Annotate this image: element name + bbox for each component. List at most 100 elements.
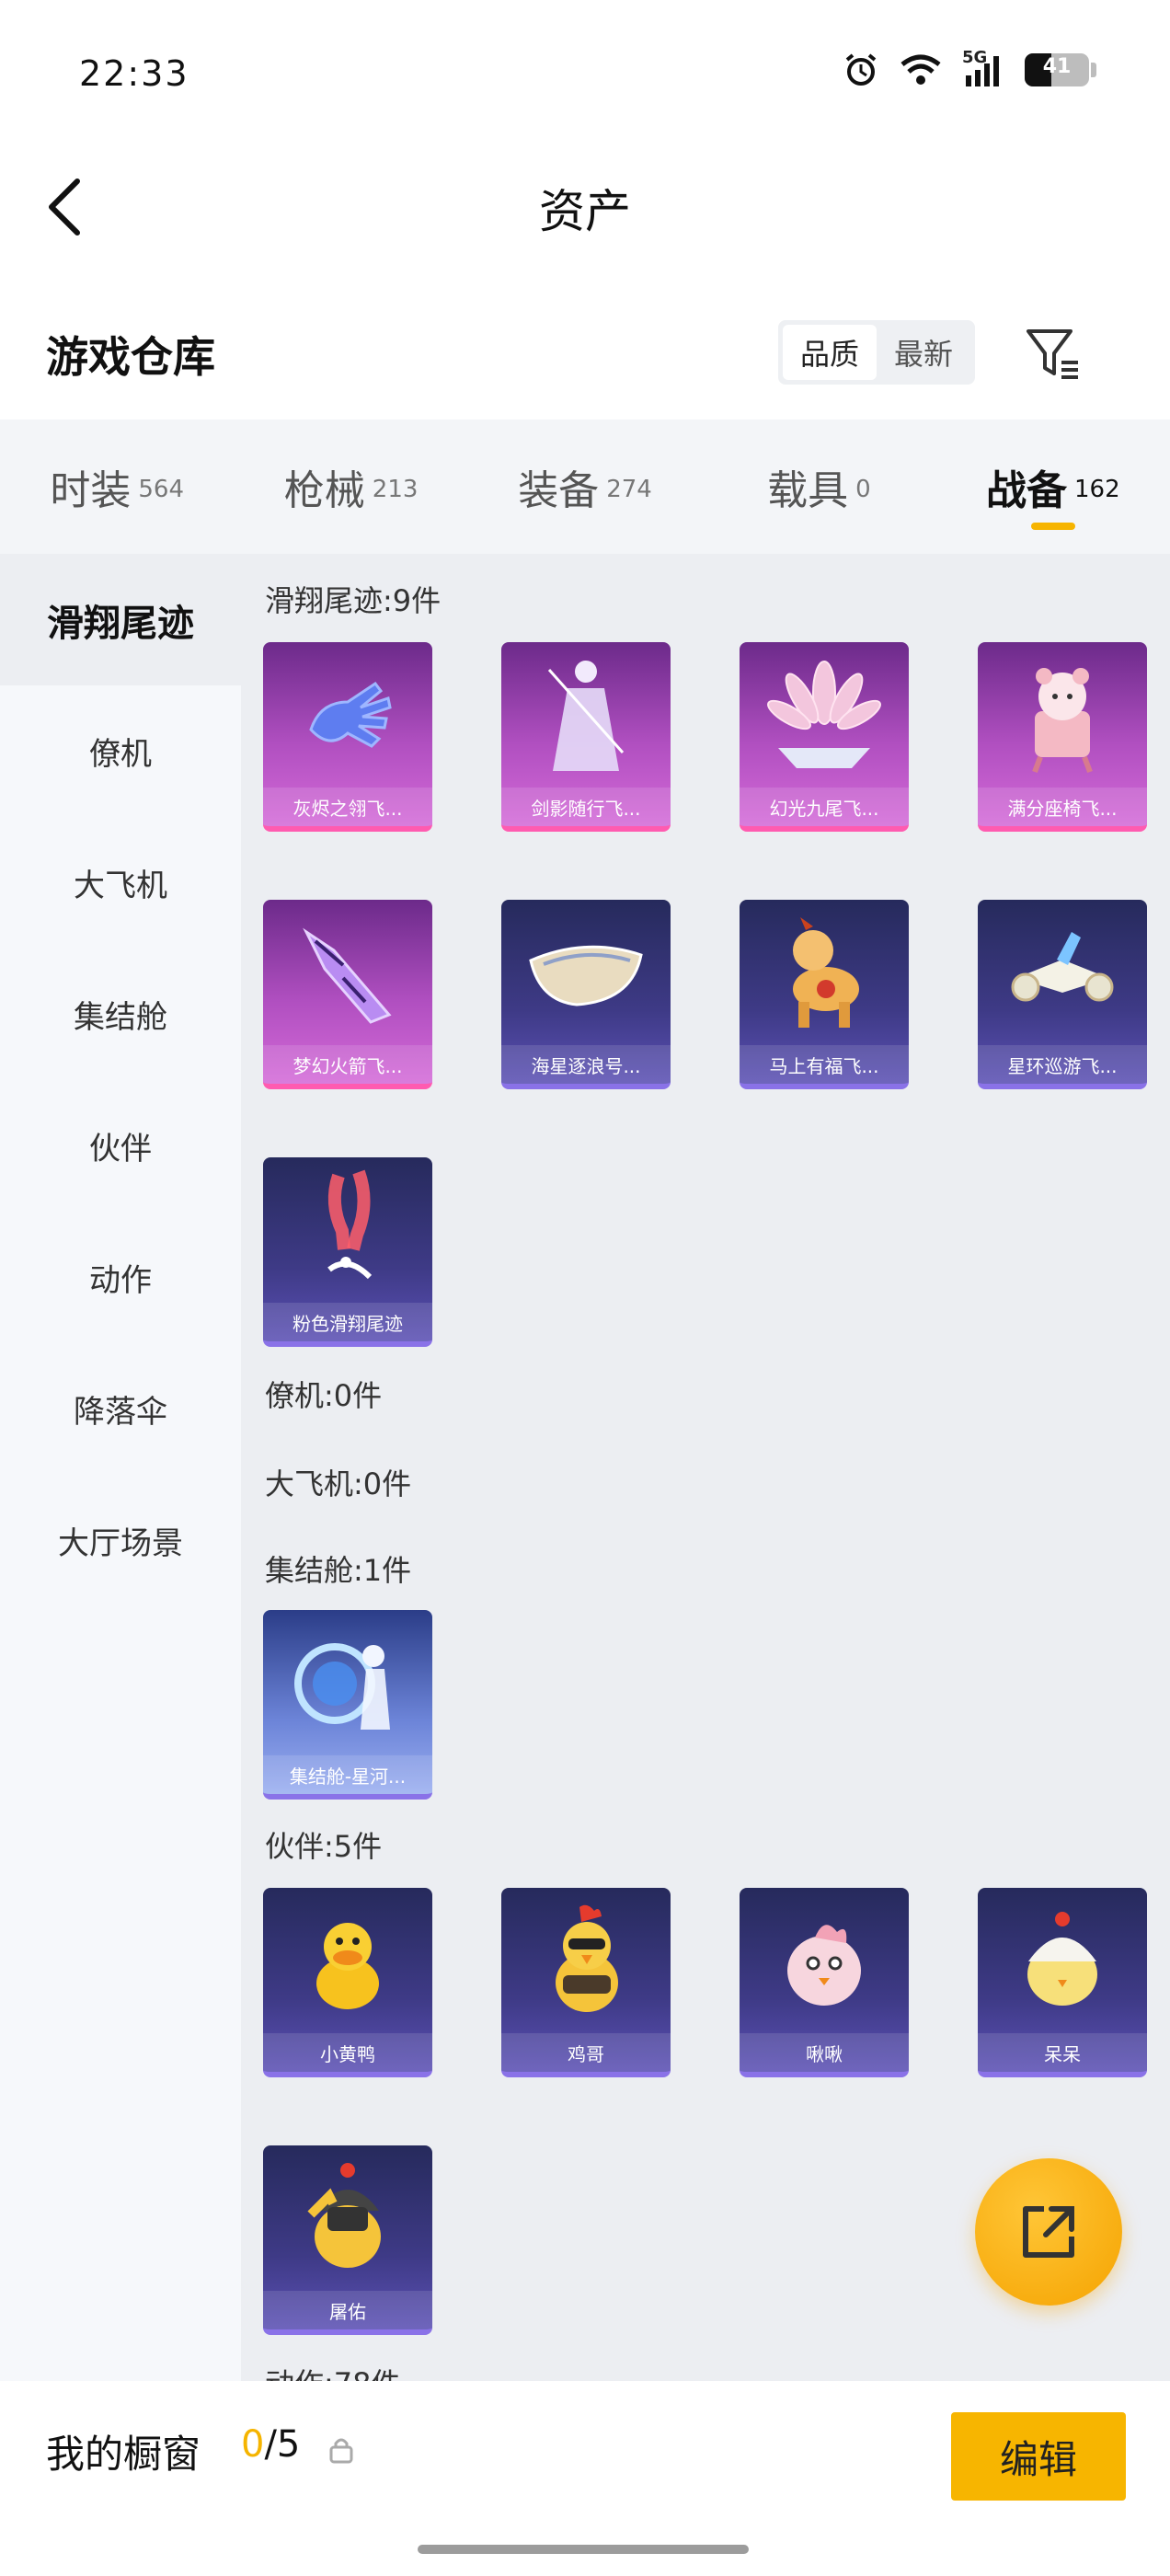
alarm-icon	[843, 52, 879, 88]
item-label: 星环巡游飞...	[978, 1045, 1147, 1084]
spaceship-icon	[978, 900, 1147, 1047]
page-title: 资产	[539, 185, 631, 238]
bird-icon	[740, 1888, 909, 2035]
item-label: 啾啾	[740, 2033, 909, 2072]
sidebar-item-wingman[interactable]: 僚机	[0, 685, 241, 817]
category-tabs: 时装 564 枪械 213 装备 274 载具 0 战备 162	[0, 420, 1170, 554]
item-card[interactable]: 幻光九尾飞...	[740, 642, 909, 832]
tab-fashion[interactable]: 时装 564	[0, 420, 234, 554]
sort-latest-button[interactable]: 最新	[877, 325, 970, 380]
tab-count: 162	[1074, 476, 1120, 503]
horse-icon	[740, 900, 909, 1047]
item-card[interactable]: 梦幻火箭飞...	[263, 900, 432, 1089]
ninetail-icon	[740, 642, 909, 789]
item-card[interactable]: 灰烬之翎飞...	[263, 642, 432, 832]
tab-count: 213	[372, 476, 419, 503]
sidebar-item-emote[interactable]: 动作	[0, 1212, 241, 1343]
portal-icon	[263, 1610, 432, 1757]
sort-quality-button[interactable]: 品质	[783, 325, 877, 380]
sidebar-item-parachute[interactable]: 降落伞	[0, 1343, 241, 1475]
item-card[interactable]: 集结舱-星河...	[263, 1610, 432, 1800]
item-card[interactable]: 海星逐浪号...	[501, 900, 671, 1089]
tab-count: 564	[138, 476, 185, 503]
item-card[interactable]: 小黄鸭	[263, 1888, 432, 2077]
group-title-wingman: 僚机:0件	[265, 1378, 383, 1413]
sort-toggle: 品质 最新	[778, 320, 975, 385]
share-button[interactable]	[975, 2158, 1122, 2306]
item-card[interactable]: 满分座椅飞...	[978, 642, 1147, 832]
status-time: 22:33	[79, 53, 189, 94]
signal-icon: 5G	[962, 48, 1004, 86]
crystal-wing-icon	[263, 900, 432, 1047]
group-title-companion: 伙伴:5件	[265, 1829, 383, 1864]
item-label: 集结舱-星河...	[263, 1755, 432, 1794]
group-title-emote: 动作:78件	[265, 2361, 401, 2381]
item-label: 梦幻火箭飞...	[263, 1045, 432, 1084]
tab-count: 0	[855, 476, 871, 503]
item-card[interactable]: 呆呆	[978, 1888, 1147, 2077]
app-header: 资产	[0, 147, 1170, 267]
sidebar-item-glide-trail[interactable]: 滑翔尾迹	[0, 554, 241, 685]
home-indicator[interactable]	[418, 2545, 749, 2554]
active-tab-indicator	[1030, 523, 1075, 530]
showcase-current: 0	[241, 2423, 265, 2466]
section-bar: 游戏仓库 品质 最新	[0, 304, 1170, 414]
tab-weapons[interactable]: 枪械 213	[234, 420, 467, 554]
edit-button[interactable]: 编辑	[951, 2412, 1126, 2501]
sidebar: 滑翔尾迹 僚机 大飞机 集结舱 伙伴 动作 降落伞 大厅场景	[0, 554, 241, 2381]
tab-label: 战备	[986, 467, 1067, 514]
wifi-icon	[900, 53, 942, 86]
helmet-chick-icon	[263, 2145, 432, 2293]
item-card[interactable]: 啾啾	[740, 1888, 909, 2077]
item-label: 粉色滑翔尾迹	[263, 1303, 432, 1341]
tab-vehicles[interactable]: 载具 0	[702, 420, 935, 554]
item-card[interactable]: 剑影随行飞...	[501, 642, 671, 832]
item-label: 满分座椅飞...	[978, 788, 1147, 826]
tab-label: 时装	[50, 467, 132, 514]
filter-button[interactable]	[1021, 322, 1085, 386]
tab-equipment[interactable]: 装备 274	[468, 420, 702, 554]
swordsman-icon	[501, 642, 671, 789]
item-card[interactable]: 粉色滑翔尾迹	[263, 1157, 432, 1347]
battery-level: 41	[1042, 55, 1072, 78]
bear-chair-icon	[978, 642, 1147, 789]
inventory-grid: 滑翔尾迹:9件 灰烬之翎飞... 剑影随行飞... 幻光九尾飞... 满分座椅飞…	[241, 554, 1170, 2381]
lock-icon	[329, 2436, 353, 2467]
showcase-total: /5	[264, 2423, 301, 2466]
item-label: 呆呆	[978, 2033, 1147, 2072]
group-title-glide-trail: 滑翔尾迹:9件	[265, 583, 442, 618]
item-card[interactable]: 马上有福飞...	[740, 900, 909, 1089]
tab-label: 载具	[767, 467, 849, 514]
showcase-label: 我的橱窗	[46, 2432, 201, 2477]
tab-battle-prep[interactable]: 战备 162	[936, 420, 1170, 554]
rooster-icon	[501, 1888, 671, 2035]
item-label: 小黄鸭	[263, 2033, 432, 2072]
sidebar-item-lobby-scene[interactable]: 大厅场景	[0, 1475, 241, 1606]
item-label: 幻光九尾飞...	[740, 788, 909, 826]
item-card[interactable]: 屠佑	[263, 2145, 432, 2335]
status-bar: 22:33 5G 41	[0, 0, 1170, 147]
item-label: 海星逐浪号...	[501, 1045, 671, 1084]
battery-icon: 41	[1025, 53, 1096, 86]
sidebar-item-assembly-pod[interactable]: 集结舱	[0, 949, 241, 1080]
item-label: 马上有福飞...	[740, 1045, 909, 1084]
sidebar-item-big-plane[interactable]: 大飞机	[0, 817, 241, 949]
item-label: 屠佑	[263, 2291, 432, 2329]
group-title-big-plane: 大飞机:0件	[265, 1466, 412, 1501]
item-label: 剑影随行飞...	[501, 788, 671, 826]
smoke-trail-icon	[263, 1157, 432, 1305]
group-title-assembly-pod: 集结舱:1件	[265, 1553, 412, 1588]
item-card[interactable]: 星环巡游飞...	[978, 900, 1147, 1089]
filter-icon	[1027, 329, 1078, 379]
chick-icon	[978, 1888, 1147, 2035]
sidebar-item-companion[interactable]: 伙伴	[0, 1080, 241, 1212]
tab-label: 枪械	[283, 467, 365, 514]
battery-body: 41	[1025, 53, 1089, 86]
item-label: 鸡哥	[501, 2033, 671, 2072]
tab-label: 装备	[518, 467, 600, 514]
item-card[interactable]: 鸡哥	[501, 1888, 671, 2077]
status-icons: 5G 41	[843, 48, 1096, 88]
item-label: 灰烬之翎飞...	[263, 788, 432, 826]
showcase-count: 0/5	[241, 2423, 300, 2466]
tab-count: 274	[606, 476, 652, 503]
